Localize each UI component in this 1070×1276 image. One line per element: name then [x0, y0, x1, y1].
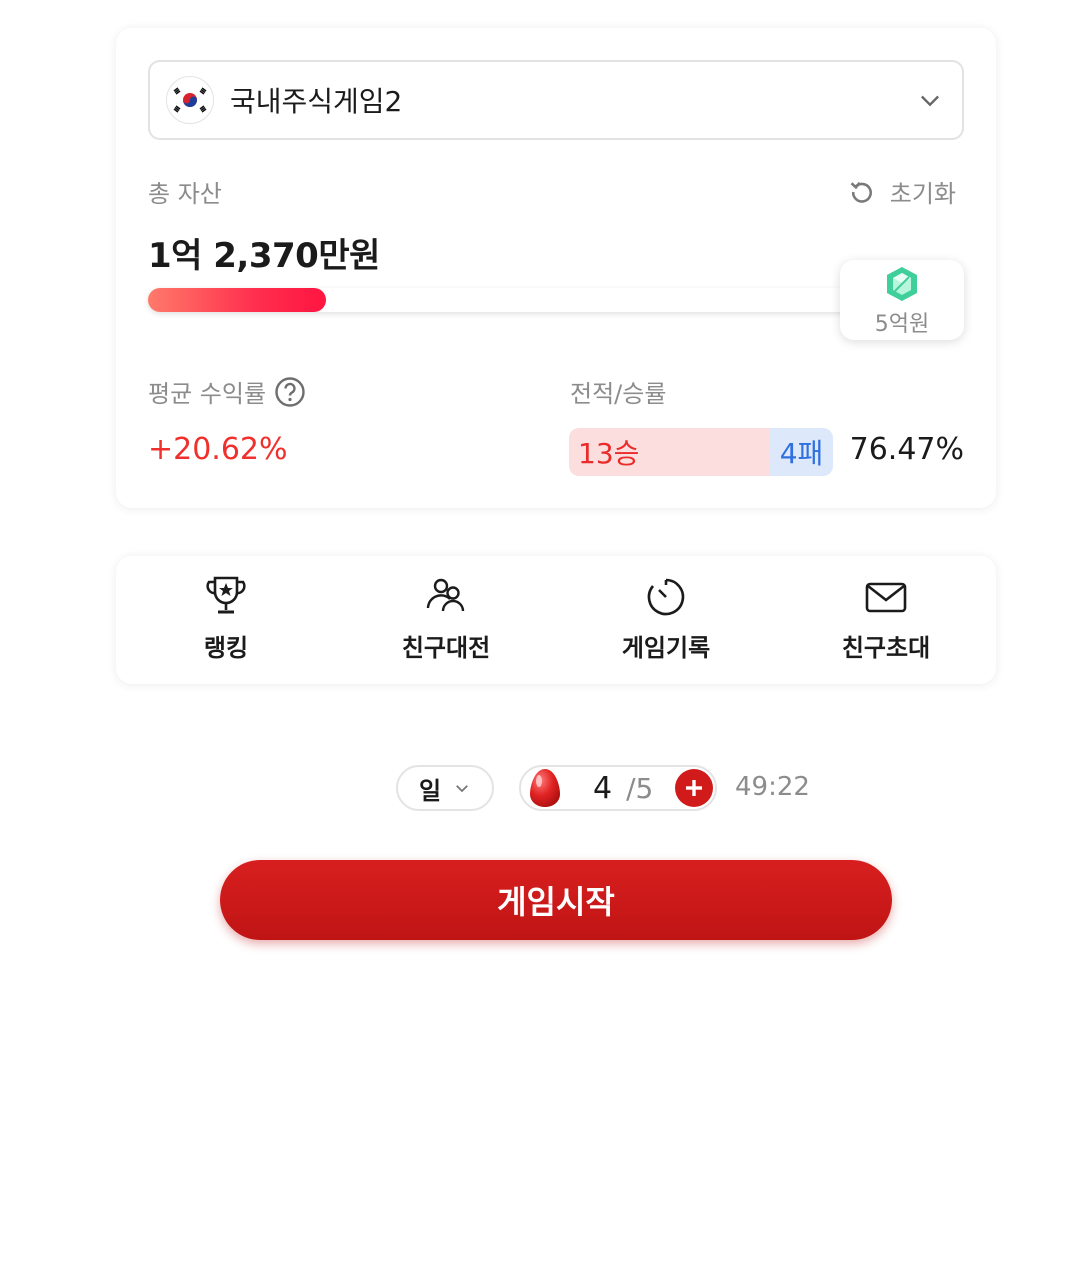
energy-counter: 4 /5 [519, 765, 717, 811]
avg-return-value: +20.62% [148, 432, 288, 467]
menu-card: 랭킹 친구대전 게임기록 친구초대 [116, 556, 996, 684]
red-egg-icon [530, 769, 560, 807]
avg-return-label-row: 평균 수익률 [148, 374, 306, 409]
trophy-icon [206, 576, 246, 614]
energy-max: /5 [626, 771, 654, 805]
menu-game-history-label: 게임기록 [621, 634, 711, 662]
mail-icon [865, 582, 907, 613]
mode-label: 일 [418, 776, 442, 805]
losses-count: 4패 [770, 428, 833, 476]
goal-label: 5억원 [874, 312, 930, 337]
mode-select-dropdown[interactable]: 일 [396, 765, 494, 811]
asset-card: 국내주식게임2 총 자산 초기화 1억 2,370만원 5억원 평균 수익률 +… [116, 28, 996, 508]
timer-icon [647, 578, 685, 616]
gem-icon [887, 267, 917, 301]
menu-friend-battle-label: 친구대전 [401, 634, 491, 662]
asset-progress-bar [148, 288, 868, 312]
avg-return-label: 평균 수익률 [148, 380, 267, 408]
add-energy-button[interactable] [675, 769, 713, 807]
reset-label: 초기화 [889, 180, 956, 208]
chevron-down-icon [921, 95, 939, 107]
start-game-label: 게임시작 [497, 884, 615, 920]
friends-icon [426, 578, 465, 612]
reset-icon [850, 181, 872, 203]
menu-ranking[interactable]: 랭킹 [146, 574, 306, 663]
energy-current: 4 [593, 770, 613, 806]
menu-ranking-label: 랭킹 [203, 634, 249, 662]
plus-icon [686, 780, 702, 796]
energy-timer: 49:22 [735, 772, 810, 802]
game-name: 국내주식게임2 [230, 85, 403, 118]
record-label: 전적/승률 [570, 380, 667, 408]
game-select-dropdown[interactable]: 국내주식게임2 [148, 60, 964, 140]
reset-button[interactable]: 초기화 [848, 174, 956, 209]
wins-count: 13승 [569, 428, 770, 476]
start-game-button[interactable]: 게임시작 [220, 860, 892, 940]
menu-friend-battle[interactable]: 친구대전 [366, 574, 526, 663]
menu-game-history[interactable]: 게임기록 [586, 574, 746, 663]
menu-invite-friend[interactable]: 친구초대 [806, 574, 966, 663]
chevron-down-icon [456, 785, 468, 793]
goal-badge: 5억원 [840, 260, 964, 340]
total-assets-label: 총 자산 [148, 180, 222, 208]
total-assets-value: 1억 2,370만원 [148, 236, 380, 276]
win-rate-value: 76.47% [849, 432, 964, 467]
asset-progress-fill [148, 288, 327, 312]
korea-flag-icon [166, 76, 214, 124]
help-icon[interactable] [274, 376, 306, 408]
menu-invite-friend-label: 친구초대 [841, 634, 931, 662]
record-bar: 13승 4패 [569, 428, 833, 476]
